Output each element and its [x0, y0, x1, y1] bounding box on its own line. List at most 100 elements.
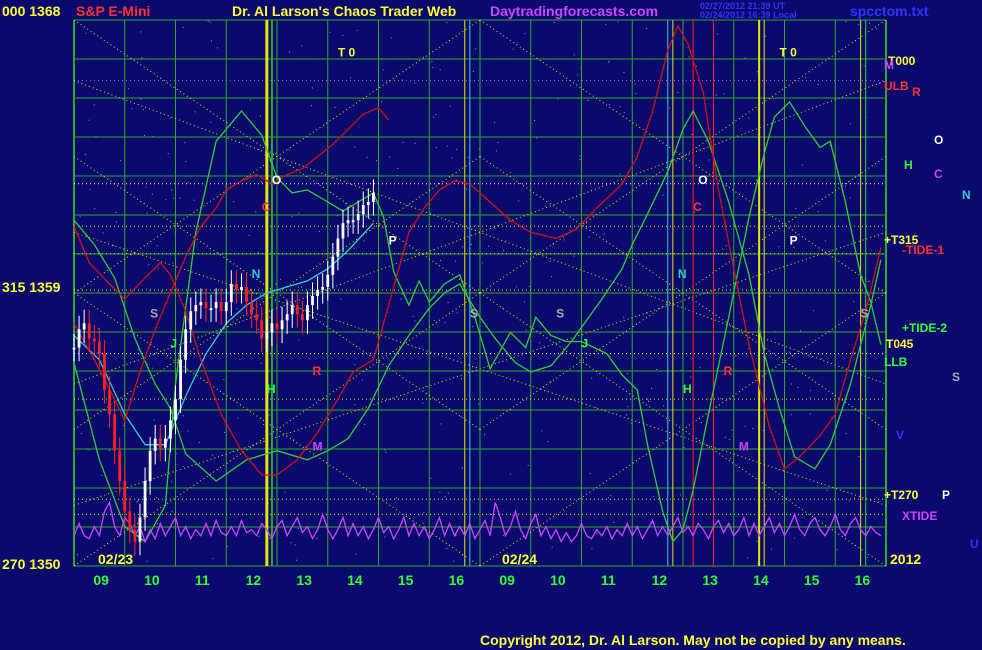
star: [771, 548, 773, 550]
chart-letter: M: [313, 440, 323, 454]
star: [412, 315, 414, 317]
star: [809, 397, 811, 399]
right-column-letter: N: [962, 187, 971, 202]
star: [608, 104, 610, 106]
star: [724, 436, 726, 438]
star: [722, 248, 724, 250]
star: [198, 441, 200, 443]
star: [356, 29, 358, 31]
star: [607, 61, 609, 63]
candle-body: [97, 341, 101, 354]
candle-body: [138, 517, 142, 542]
star: [699, 366, 701, 368]
star: [656, 368, 658, 370]
star: [497, 142, 499, 144]
chart-letter: R: [313, 364, 322, 378]
star: [472, 326, 474, 328]
star: [596, 532, 598, 534]
star: [613, 521, 615, 523]
star: [431, 61, 433, 63]
star: [591, 377, 593, 379]
candle-body: [235, 283, 238, 290]
star: [569, 229, 571, 231]
chart-letter: C: [693, 200, 702, 214]
star: [647, 398, 649, 400]
star: [695, 65, 697, 67]
star: [148, 264, 150, 266]
star: [210, 40, 212, 42]
star: [84, 153, 86, 155]
candle-body: [82, 323, 86, 330]
star: [439, 259, 441, 261]
star: [231, 450, 233, 452]
star: [298, 339, 300, 341]
star: [801, 164, 803, 166]
star: [269, 538, 271, 540]
star: [502, 250, 504, 252]
star: [690, 376, 692, 378]
star: [185, 161, 187, 163]
star: [187, 182, 189, 184]
star: [430, 225, 432, 227]
star: [260, 362, 262, 364]
star: [455, 260, 457, 262]
star: [384, 536, 386, 538]
star: [595, 406, 597, 408]
star: [140, 98, 142, 100]
star: [293, 438, 295, 440]
y-axis-label-mid: 315 1359: [2, 279, 61, 295]
candle-body: [143, 481, 147, 518]
star: [366, 156, 368, 158]
star: [577, 74, 579, 76]
candle-body: [128, 511, 132, 530]
star: [680, 494, 682, 496]
star: [587, 99, 589, 101]
star: [97, 291, 99, 293]
star: [217, 47, 219, 49]
star: [414, 82, 416, 84]
star: [490, 514, 492, 516]
star: [446, 22, 448, 24]
star: [123, 424, 125, 426]
star: [518, 200, 520, 202]
star: [456, 148, 458, 150]
candle-body: [275, 323, 279, 330]
candle-body: [103, 353, 106, 391]
star: [790, 414, 792, 416]
star: [89, 189, 91, 191]
star: [625, 414, 627, 416]
star: [797, 386, 799, 388]
star: [623, 112, 625, 114]
star: [96, 352, 98, 354]
site-name: Daytradingforecasts.com: [490, 3, 659, 19]
star: [88, 119, 90, 121]
star: [120, 160, 122, 162]
chart-letter: S: [556, 306, 564, 320]
star: [259, 115, 261, 117]
chart-letter: J: [170, 337, 177, 351]
candle-body: [224, 302, 228, 312]
star: [446, 548, 448, 550]
star: [456, 312, 458, 314]
star: [683, 447, 685, 449]
candle-body: [123, 481, 127, 512]
star: [160, 291, 162, 293]
star: [136, 501, 138, 503]
star: [826, 489, 828, 491]
star: [137, 499, 139, 501]
x-hour-label: 16: [854, 572, 871, 588]
star: [156, 497, 158, 499]
star: [439, 69, 441, 71]
star: [669, 107, 671, 109]
star: [723, 93, 725, 95]
star: [627, 406, 629, 408]
candle-body: [290, 305, 294, 315]
x-hour-label: 09: [499, 572, 515, 588]
star: [263, 424, 265, 426]
star: [547, 440, 549, 442]
star: [425, 386, 427, 388]
candle-body: [189, 311, 193, 330]
timestamp-local: 02/24/2012 16:39 Local: [700, 10, 797, 20]
star: [653, 496, 655, 498]
star: [77, 554, 79, 556]
